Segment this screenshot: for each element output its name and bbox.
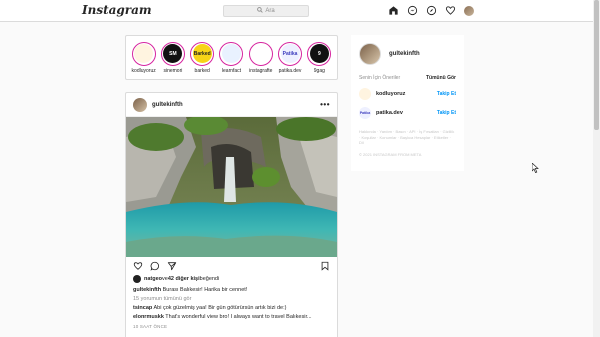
story-avatar: Barked — [192, 44, 212, 63]
view-all-comments-link[interactable]: 15 yorumun tümünü gör — [126, 296, 337, 302]
suggestion-username[interactable]: kodluyoruz — [376, 91, 437, 97]
stories-tray: kodluyoruz SM sinemori Barked barked learnfac… — [125, 35, 338, 80]
story-item[interactable]: instagrafte — [247, 41, 275, 74]
suggestion-username[interactable]: patika.dev — [376, 110, 437, 116]
right-sidebar: gultekinfth Senin İçin Öneriler Tümünü G… — [351, 35, 464, 171]
story-avatar: SM — [163, 44, 183, 63]
heart-icon[interactable] — [445, 5, 456, 16]
comment-username[interactable]: tsincap — [133, 305, 152, 311]
story-label: 9gag — [313, 67, 325, 74]
search-input[interactable]: Ara — [223, 5, 309, 17]
story-avatar — [221, 44, 241, 63]
story-ring: SM — [160, 41, 185, 66]
home-icon[interactable] — [388, 5, 399, 16]
comment-text: That's wonderful view bro! I always want… — [163, 314, 312, 320]
comment-item: elonrmuskk That's wonderful view bro! I … — [126, 314, 337, 320]
follow-button[interactable]: Takip Et — [437, 110, 456, 116]
more-options-icon[interactable]: ••• — [320, 100, 330, 109]
search-placeholder: Ara — [265, 8, 275, 14]
page-scrollbar[interactable] — [593, 0, 600, 337]
story-avatar: Patika — [280, 44, 300, 63]
liker-avatar — [133, 275, 141, 283]
suggestion-row: Patika patika.dev Takip Et — [359, 107, 456, 119]
comments-list: tsincap Abi çok güzelmiş yaa! Bir gün gö… — [126, 305, 337, 320]
comment-item: tsincap Abi çok güzelmiş yaa! Bir gün gö… — [126, 305, 337, 311]
liker-username[interactable]: natgeo — [144, 276, 162, 282]
feed-post: gultekinfth ••• natgeo ve 42 diğer kişi … — [125, 92, 338, 337]
post-caption: gultekinfth Burası Balıkesir! Harika bir… — [126, 287, 337, 293]
story-ring: 9 — [307, 41, 332, 66]
likes-count[interactable]: 42 diğer kişi — [168, 276, 200, 282]
like-heart-icon[interactable] — [133, 261, 143, 271]
post-photo[interactable] — [126, 117, 337, 257]
story-item[interactable]: learnfact — [217, 41, 245, 74]
story-ring — [219, 41, 244, 66]
comment-text: Abi çok güzelmiş yaa! Bir gün götürürsün… — [152, 305, 287, 311]
caption-text: Burası Balıkesir! Harika bir cennet! — [161, 287, 248, 293]
profile-avatar[interactable] — [464, 5, 474, 16]
see-all-link[interactable]: Tümünü Gör — [426, 75, 456, 81]
caption-username[interactable]: gultekinfth — [133, 287, 161, 293]
likes-suffix: beğendi — [199, 276, 220, 282]
comment-icon[interactable] — [150, 261, 160, 271]
direct-message-icon[interactable] — [407, 5, 418, 16]
story-avatar — [134, 44, 154, 63]
nav-icons — [388, 5, 474, 16]
current-user-avatar[interactable] — [359, 43, 381, 65]
follow-button[interactable]: Takip Et — [437, 91, 456, 97]
post-actions — [126, 257, 337, 274]
suggestion-avatar[interactable] — [359, 88, 371, 100]
story-item[interactable]: Patika patika.dev — [276, 41, 304, 74]
suggestion-avatar[interactable]: Patika — [359, 107, 371, 119]
footer-links[interactable]: Hakkında · Yardım · Basın · API · İş Fır… — [359, 129, 456, 146]
post-header: gultekinfth ••• — [126, 93, 337, 117]
explore-icon[interactable] — [426, 5, 437, 16]
story-item[interactable]: 9 9gag — [305, 41, 333, 74]
mouse-cursor-icon — [532, 163, 539, 173]
story-avatar — [251, 44, 271, 63]
story-label: patika.dev — [278, 67, 302, 74]
story-ring — [131, 41, 156, 66]
suggestions-header: Senin İçin Öneriler Tümünü Gör — [359, 75, 456, 81]
story-label: kodluyoruz — [131, 67, 156, 74]
post-timestamp: 10 SAAT ÖNCE — [133, 324, 168, 329]
copyright-text: © 2021 INSTAGRAM FROM META — [359, 151, 422, 157]
post-author-avatar[interactable] — [133, 97, 147, 112]
suggestions-list: kodluyoruz Takip Et Patika patika.dev Takip … — [359, 88, 456, 119]
suggestion-row: kodluyoruz Takip Et — [359, 88, 456, 100]
story-ring: Barked — [190, 41, 215, 66]
post-author-username[interactable]: gultekinfth — [152, 102, 320, 108]
bookmark-icon[interactable] — [320, 261, 330, 271]
suggestions-title: Senin İçin Öneriler — [359, 75, 401, 81]
story-ring: Patika — [278, 41, 303, 66]
instagram-logo[interactable]: Instagram — [82, 3, 152, 17]
current-user-username[interactable]: gultekinfth — [389, 51, 420, 57]
story-item[interactable]: kodluyoruz — [130, 41, 158, 74]
story-item[interactable]: SM sinemori — [159, 41, 187, 74]
search-icon — [257, 7, 264, 15]
story-avatar: 9 — [309, 44, 329, 63]
top-nav-bar: Instagram Ara — [0, 0, 600, 22]
story-label: barked — [194, 67, 210, 74]
share-icon[interactable] — [167, 261, 177, 271]
comment-username[interactable]: elonrmuskk — [133, 314, 164, 320]
story-label: instagrafte — [249, 67, 273, 74]
story-label: sinemori — [163, 67, 183, 74]
story-ring — [248, 41, 273, 66]
story-item[interactable]: Barked barked — [188, 41, 216, 74]
current-user-profile: gultekinfth — [359, 43, 456, 65]
likes-line: natgeo ve 42 diğer kişi beğendi — [126, 274, 337, 284]
scrollbar-thumb[interactable] — [594, 0, 599, 130]
story-label: learnfact — [221, 67, 242, 74]
